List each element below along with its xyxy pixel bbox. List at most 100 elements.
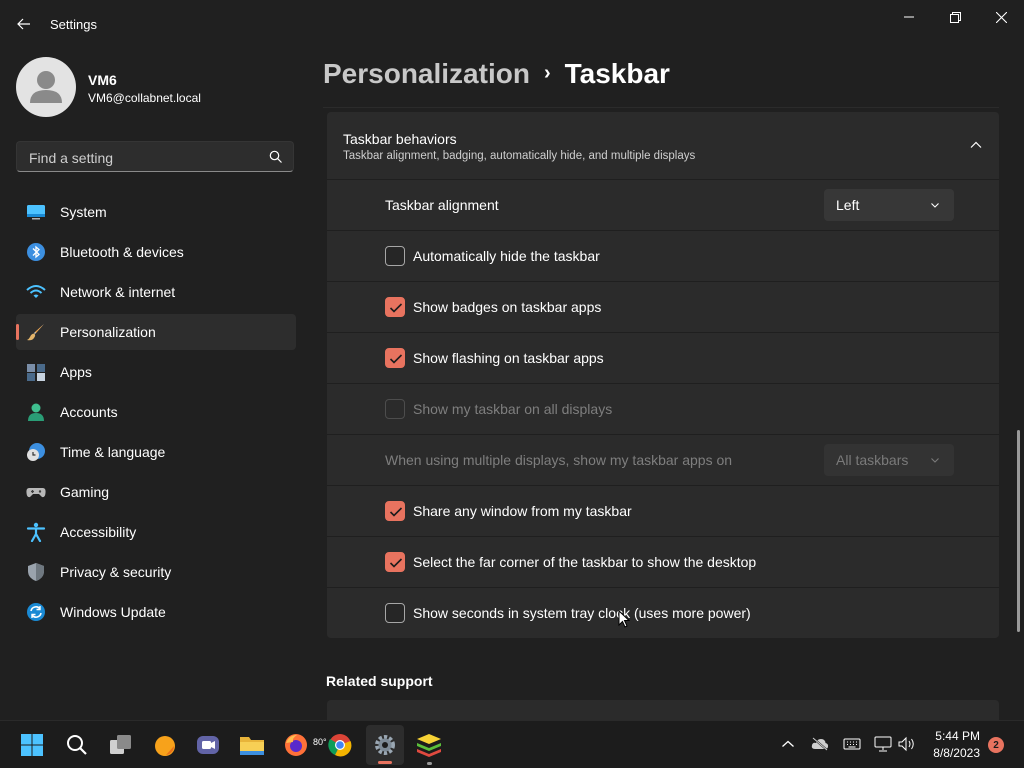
gear-icon <box>375 735 395 755</box>
shield-icon <box>28 563 44 581</box>
checkmark-icon <box>389 507 403 517</box>
multi-display-label: When using multiple displays, show my ta… <box>385 452 733 468</box>
weather-sun-icon <box>155 736 175 756</box>
mouse-cursor-icon <box>618 610 630 628</box>
show-flashing-label: Show flashing on taskbar apps <box>413 350 604 366</box>
share-window-checkbox[interactable] <box>385 501 405 521</box>
section-subtitle: Taskbar alignment, badging, automaticall… <box>343 150 696 162</box>
weather-widget[interactable]: 80° <box>150 730 327 760</box>
start-button[interactable] <box>17 730 47 760</box>
taskbar: 80° 5:44 PM 8/8/2023 2 <box>0 720 1024 768</box>
task-view-button[interactable] <box>106 730 136 760</box>
onedrive-tray-button[interactable] <box>811 735 829 753</box>
sidebar-item-windows-update[interactable]: Windows Update <box>16 594 296 630</box>
clock-globe-icon <box>27 443 45 461</box>
search-input[interactable] <box>27 142 261 173</box>
scrollbar[interactable] <box>1017 430 1020 632</box>
keyboard-icon <box>843 738 861 750</box>
clock-date[interactable]: 8/8/2023 <box>922 746 980 760</box>
taskbar-alignment-dropdown[interactable]: Left <box>824 189 954 221</box>
bluetooth-icon <box>27 243 45 261</box>
brush-icon <box>27 324 44 341</box>
volume-tray-button[interactable] <box>898 735 916 753</box>
file-explorer-button[interactable] <box>237 730 267 760</box>
search-icon <box>67 735 87 755</box>
chrome-button[interactable] <box>325 730 355 760</box>
system-icon <box>27 205 45 220</box>
close-button[interactable] <box>978 2 1024 32</box>
firefox-icon <box>285 734 307 756</box>
breadcrumb-separator: › <box>543 62 551 84</box>
clock-time[interactable]: 5:44 PM <box>932 729 980 743</box>
teams-chat-button[interactable] <box>193 730 223 760</box>
checkmark-icon <box>389 558 403 568</box>
chevron-down-icon <box>931 203 939 208</box>
sidebar-item-accounts[interactable]: Accounts <box>16 394 296 430</box>
related-support-card[interactable] <box>327 700 999 720</box>
firefox-button[interactable] <box>281 730 311 760</box>
volume-icon <box>898 736 914 752</box>
sidebar-item-gaming[interactable]: Gaming <box>16 474 296 510</box>
search-icon[interactable] <box>269 150 283 164</box>
sidebar-item-system[interactable]: System <box>16 194 296 230</box>
keyboard-tray-button[interactable] <box>843 735 861 753</box>
taskbar-behaviors-header[interactable]: Taskbar behaviors Taskbar alignment, bad… <box>327 112 999 180</box>
far-corner-checkbox[interactable] <box>385 552 405 572</box>
network-tray-button[interactable] <box>874 735 892 753</box>
chevron-down-icon <box>931 458 939 463</box>
running-indicator <box>427 762 432 765</box>
share-window-row: Share any window from my taskbar <box>327 486 999 537</box>
avatar[interactable] <box>16 57 76 117</box>
notification-badge[interactable]: 2 <box>988 737 1004 753</box>
show-seconds-checkbox[interactable] <box>385 603 405 623</box>
checkmark-icon <box>389 354 403 364</box>
multi-display-dropdown[interactable]: All taskbars <box>824 444 954 476</box>
sidebar-item-apps[interactable]: Apps <box>16 354 296 390</box>
minimize-button[interactable] <box>886 2 932 32</box>
task-view-icon <box>110 735 131 754</box>
search-box[interactable] <box>16 141 294 173</box>
far-corner-label: Select the far corner of the taskbar to … <box>413 554 757 570</box>
sidebar-item-accessibility[interactable]: Accessibility <box>16 514 296 550</box>
breadcrumb-parent[interactable]: Personalization <box>323 58 530 89</box>
taskbar-alignment-label: Taskbar alignment <box>385 197 499 213</box>
all-displays-checkbox[interactable] <box>385 399 405 419</box>
sidebar-item-label: Time & language <box>60 444 166 460</box>
settings-taskbar-button[interactable] <box>370 730 400 760</box>
taskbar-search-button[interactable] <box>62 730 92 760</box>
auto-hide-row: Automatically hide the taskbar <box>327 231 999 282</box>
checkmark-icon <box>389 303 403 313</box>
show-badges-row: Show badges on taskbar apps <box>327 282 999 333</box>
sidebar-item-time-language[interactable]: Time & language <box>16 434 296 470</box>
sidebar-item-label: Windows Update <box>60 604 166 620</box>
minimize-icon <box>904 16 914 18</box>
restore-button[interactable] <box>932 2 978 32</box>
back-button[interactable] <box>12 12 36 36</box>
sidebar-item-label: Personalization <box>60 324 156 340</box>
share-window-label: Share any window from my taskbar <box>413 503 632 519</box>
show-seconds-row: Show seconds in system tray clock (uses … <box>327 588 999 638</box>
chevron-up-icon[interactable] <box>969 138 983 152</box>
title-bar: Settings <box>0 0 1024 48</box>
breadcrumb: Personalization › Taskbar <box>323 58 670 90</box>
dropdown-value: All taskbars <box>836 452 909 468</box>
sidebar-item-privacy-security[interactable]: Privacy & security <box>16 554 296 590</box>
show-badges-checkbox[interactable] <box>385 297 405 317</box>
sidebar-item-label: Gaming <box>60 484 110 500</box>
auto-hide-checkbox[interactable] <box>385 246 405 266</box>
show-flashing-checkbox[interactable] <box>385 348 405 368</box>
windows-logo-icon <box>21 734 43 756</box>
accounts-icon <box>28 403 44 421</box>
sidebar-item-bluetooth[interactable]: Bluetooth & devices <box>16 234 296 270</box>
sidebar-item-personalization[interactable]: Personalization <box>16 314 296 350</box>
taskbar-alignment-row: Taskbar alignment Left <box>327 180 999 231</box>
sidebar-item-label: Accounts <box>60 404 118 420</box>
gamepad-icon <box>26 488 46 498</box>
bluestacks-button[interactable] <box>414 730 444 760</box>
sidebar-item-network[interactable]: Network & internet <box>16 274 296 310</box>
cloud-offline-icon <box>811 737 829 751</box>
app-title: Settings <box>50 17 97 32</box>
bluestacks-icon <box>417 734 441 757</box>
accessibility-icon <box>26 522 46 542</box>
show-hidden-icons-button[interactable] <box>779 735 797 753</box>
